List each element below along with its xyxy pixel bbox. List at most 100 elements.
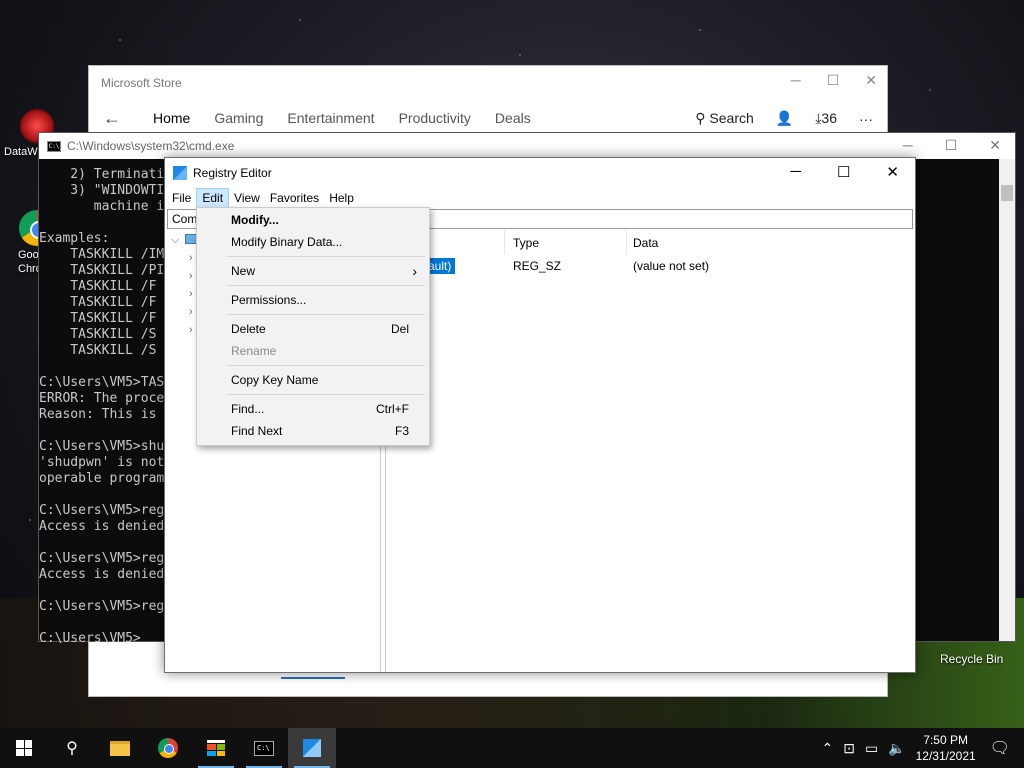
- value-type-cell: REG_SZ: [513, 259, 562, 273]
- chrome-icon: [158, 738, 178, 758]
- menu-item-label: Find...: [231, 402, 265, 416]
- chevron-right-icon[interactable]: ›: [189, 324, 193, 336]
- chevron-right-icon[interactable]: ›: [189, 306, 193, 318]
- minimize-icon[interactable]: ─: [903, 137, 913, 154]
- menu-separator: [227, 394, 425, 395]
- chevron-up-icon[interactable]: ⌃: [821, 740, 833, 757]
- menu-separator: [227, 285, 425, 286]
- close-icon[interactable]: ✕: [989, 137, 1001, 154]
- menu-item-permissions[interactable]: Permissions...: [231, 290, 409, 310]
- values-list[interactable]: Type Data ault) REG_SZ (value not set): [385, 230, 915, 672]
- notification-icon[interactable]: 🗨: [990, 738, 1010, 758]
- cmd-title: C:\Windows\system32\cmd.exe: [67, 139, 235, 153]
- regedit-icon: [173, 166, 187, 180]
- close-icon[interactable]: ✕: [865, 72, 877, 89]
- downloads-button[interactable]: ⤓36: [815, 110, 837, 127]
- more-icon[interactable]: ···: [859, 111, 873, 127]
- network-icon[interactable]: ⊡: [843, 740, 855, 757]
- cmd-line: Reason: This is: [39, 407, 165, 422]
- menu-item-delete[interactable]: Delete Del: [231, 319, 409, 339]
- menu-item-label: New: [231, 264, 256, 278]
- regedit-icon: [303, 739, 321, 757]
- cmd-line: C:\Users\VM5>shu: [39, 439, 165, 454]
- cmd-scrollbar[interactable]: [999, 159, 1015, 641]
- maximize-icon[interactable]: ☐: [945, 137, 958, 154]
- store-title: Microsoft Store: [101, 76, 182, 90]
- menu-favorites[interactable]: Favorites: [265, 189, 324, 207]
- menu-item-find-next[interactable]: Find Next F3: [231, 421, 409, 441]
- menu-item-copy-key-name[interactable]: Copy Key Name: [231, 370, 409, 390]
- value-data-cell: (value not set): [633, 259, 710, 273]
- maximize-icon[interactable]: ☐: [827, 72, 840, 89]
- store-tab-deals[interactable]: Deals: [495, 110, 531, 126]
- cmd-line: [39, 535, 164, 551]
- menu-separator: [227, 256, 425, 257]
- taskbar-cmd[interactable]: C:\: [240, 728, 288, 768]
- cmd-line: Examples:: [39, 231, 110, 246]
- volume-muted-icon[interactable]: 🔈: [888, 740, 905, 757]
- menu-item-modify-binary[interactable]: Modify Binary Data...: [231, 232, 409, 252]
- store-search-button[interactable]: ⚲ Search: [695, 110, 754, 127]
- minimize-icon[interactable]: ─: [790, 163, 801, 181]
- menu-item-label: Copy Key Name: [231, 373, 319, 387]
- chevron-right-icon: ›: [412, 263, 417, 279]
- store-tab-home[interactable]: Home: [153, 110, 190, 126]
- taskbar-microsoft-store[interactable]: [192, 728, 240, 768]
- account-icon[interactable]: 👤: [776, 110, 793, 127]
- menu-item-shortcut: Ctrl+F: [376, 402, 409, 416]
- column-header-data[interactable]: Data: [633, 236, 658, 250]
- recycle-bin-label[interactable]: Recycle Bin: [940, 652, 1003, 666]
- cmd-line: 3) "WINDOWTI: [39, 183, 165, 198]
- cmd-line: [39, 423, 164, 439]
- chevron-right-icon[interactable]: ›: [189, 288, 193, 300]
- cmd-line: operable program: [39, 471, 165, 486]
- cmd-icon: C:\: [47, 140, 61, 152]
- taskbar-chrome[interactable]: [144, 728, 192, 768]
- clock[interactable]: 7:50 PM 12/31/2021: [916, 732, 976, 764]
- column-separator[interactable]: [504, 230, 505, 254]
- close-icon[interactable]: ✕: [886, 163, 899, 181]
- chevron-right-icon[interactable]: ›: [189, 252, 193, 264]
- store-tab-gaming[interactable]: Gaming: [214, 110, 263, 126]
- menu-item-find[interactable]: Find... Ctrl+F: [231, 399, 409, 419]
- taskbar: ⚲ C:\ ⌃ ⊡ ▭ 🔈 7:50 PM 12/31/2021 🗨: [0, 728, 1024, 768]
- cmd-line: C:\Users\VM5>reg: [39, 551, 165, 566]
- chevron-down-icon[interactable]: ⌵: [171, 234, 179, 247]
- minimize-icon[interactable]: ─: [791, 72, 801, 89]
- menu-item-shortcut: F3: [394, 424, 409, 438]
- column-header-type[interactable]: Type: [513, 236, 539, 250]
- menu-item-new[interactable]: New ›: [231, 261, 417, 281]
- scrollbar-thumb[interactable]: [1001, 185, 1013, 201]
- cmd-line: 2) Terminati: [39, 167, 165, 182]
- menu-separator: [227, 365, 425, 366]
- menu-separator: [227, 314, 425, 315]
- cmd-output[interactable]: 2) Terminati 3) "WINDOWTI machine i Exam…: [39, 167, 164, 647]
- menu-item-label: Find Next: [231, 424, 283, 438]
- maximize-icon[interactable]: ☐: [837, 163, 850, 181]
- taskbar-file-explorer[interactable]: [96, 728, 144, 768]
- chevron-right-icon[interactable]: ›: [189, 270, 193, 282]
- taskbar-search-button[interactable]: ⚲: [48, 728, 96, 768]
- cmd-line: C:\Users\VM5>reg: [39, 599, 165, 614]
- menu-help[interactable]: Help: [324, 189, 359, 207]
- windows-logo-icon: [16, 740, 32, 756]
- start-button[interactable]: [0, 728, 48, 768]
- cmd-line: [39, 215, 164, 231]
- store-tab-entertainment[interactable]: Entertainment: [287, 110, 374, 126]
- column-separator[interactable]: [626, 230, 627, 254]
- cmd-line: C:\Users\VM5>TAS: [39, 375, 165, 390]
- menu-edit[interactable]: Edit: [196, 188, 230, 208]
- folder-icon: [110, 740, 130, 756]
- display-icon[interactable]: ▭: [865, 740, 878, 757]
- search-icon: ⚲: [66, 740, 78, 757]
- store-tab-productivity[interactable]: Productivity: [399, 110, 471, 126]
- cmd-line: [39, 615, 164, 631]
- menu-view[interactable]: View: [229, 189, 265, 207]
- cmd-line: [39, 583, 164, 599]
- downloads-count: 36: [821, 110, 837, 126]
- taskbar-regedit[interactable]: [288, 728, 336, 768]
- menu-item-modify[interactable]: Modify...: [231, 210, 409, 230]
- cmd-line: Access is denied: [39, 567, 165, 582]
- back-arrow-icon[interactable]: ←: [103, 108, 121, 129]
- menu-file[interactable]: File: [167, 189, 196, 207]
